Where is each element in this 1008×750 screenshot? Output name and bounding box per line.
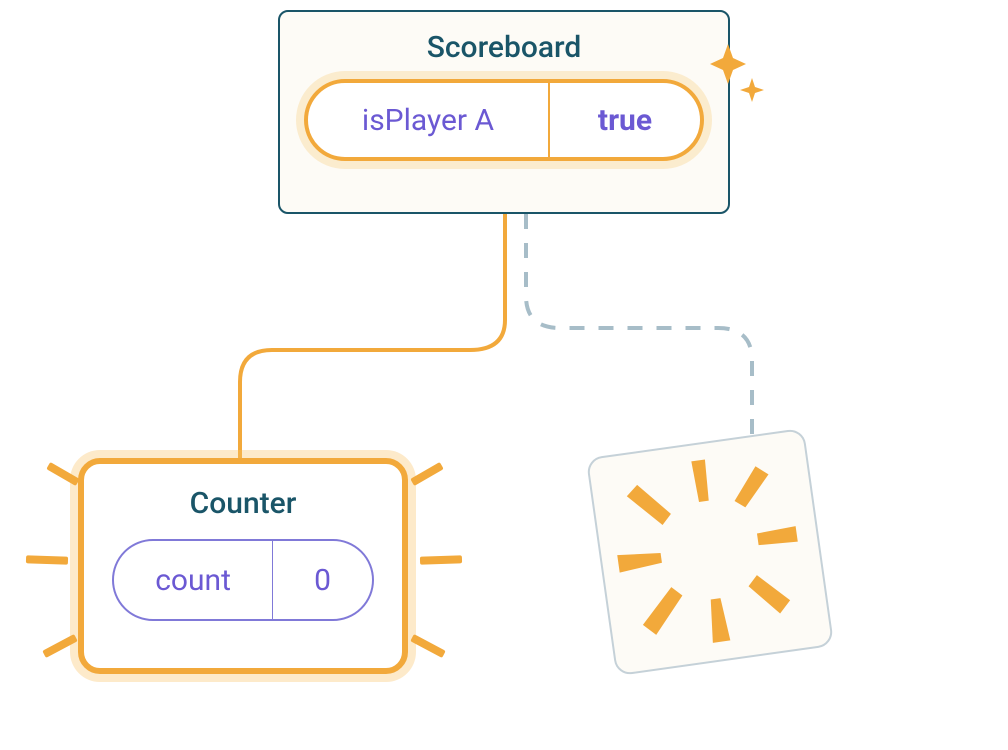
burst-rays-right [410, 470, 480, 670]
counter-state-value: 0 [273, 541, 372, 619]
sparkle-icon [708, 44, 768, 114]
burst-icon [588, 430, 832, 674]
scoreboard-state-pill: isPlayer A true [304, 79, 704, 161]
counter-card: Counter count 0 [78, 458, 408, 674]
placeholder-card [586, 428, 834, 676]
scoreboard-title: Scoreboard [304, 30, 704, 65]
counter-state-label: count [114, 541, 273, 619]
burst-rays-left [12, 470, 82, 670]
diagram-canvas: Scoreboard isPlayer A true Counter count… [0, 0, 1008, 750]
scoreboard-state-label: isPlayer A [308, 83, 550, 157]
counter-state-pill: count 0 [112, 539, 374, 621]
scoreboard-state-value: true [550, 83, 700, 157]
counter-title: Counter [112, 486, 374, 521]
scoreboard-card: Scoreboard isPlayer A true [278, 10, 730, 214]
